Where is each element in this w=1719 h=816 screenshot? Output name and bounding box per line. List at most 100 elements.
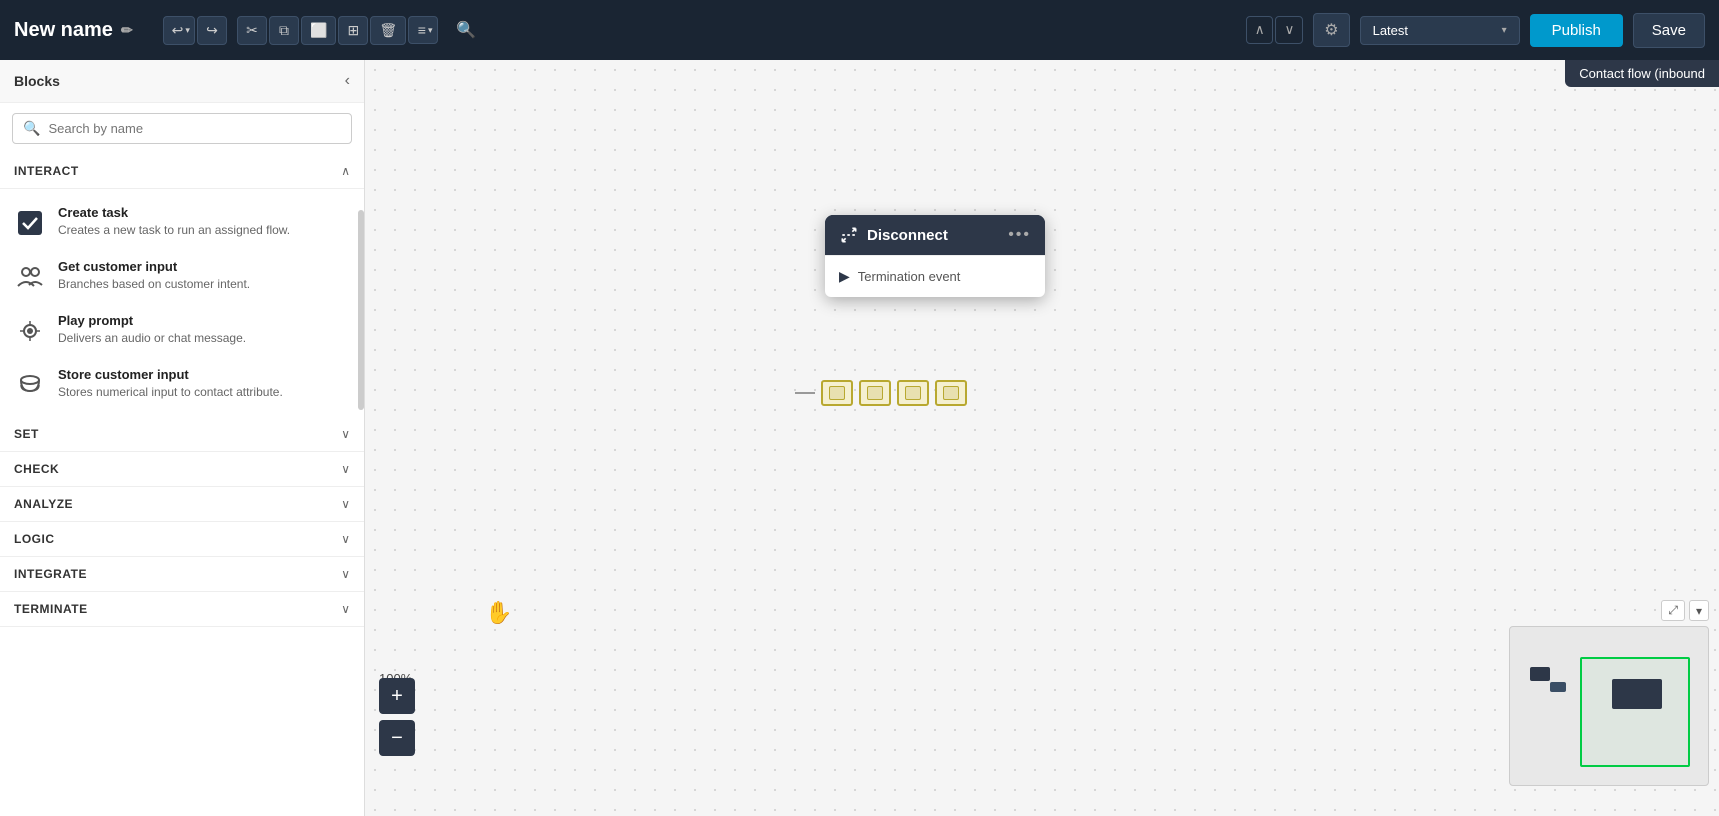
integrate-chevron: ∨ [341,567,350,581]
sidebar-title: Blocks [14,73,60,89]
node-menu-button[interactable]: ••• [1008,226,1031,244]
minimap-dropdown-button[interactable]: ▾ [1689,600,1709,621]
nav-up-button[interactable]: ∧ [1246,16,1274,44]
section-header-terminate[interactable]: TERMINATE ∨ [0,592,364,627]
terminate-chevron: ∨ [341,602,350,616]
zoom-in-button[interactable]: + [379,678,415,714]
create-task-icon [14,207,46,239]
edit-title-icon[interactable]: ✏ [121,22,133,39]
section-title-set: SET [14,427,39,441]
node-termination-label: Termination event [858,269,961,284]
check-chevron: ∨ [341,462,350,476]
get-customer-input-icon [14,261,46,293]
sidebar-scrollbar[interactable] [358,210,364,410]
frame-button[interactable]: ⬜ [301,16,336,45]
node-row-arrow: ▶ [839,268,850,285]
toolbar-group-undo: ↩ ▾ ↪ [163,16,227,45]
zoom-out-button[interactable]: − [379,720,415,756]
node-title-text: Disconnect [867,227,948,244]
minimap-node-2 [1550,682,1566,692]
node-title: Disconnect [839,225,948,245]
grid-button[interactable]: ⊞ [338,16,368,45]
zoom-controls: + − [379,678,415,756]
create-task-name: Create task [58,205,290,220]
block-item-store-customer-input[interactable]: Store customer input Stores numerical in… [0,357,364,411]
search-icon: 🔍 [23,120,40,137]
get-customer-input-desc: Branches based on customer intent. [58,276,250,293]
minimap-node-1 [1530,667,1550,681]
section-header-logic[interactable]: LOGIC ∨ [0,522,364,557]
minimap-expand-button[interactable]: ⤢ [1661,600,1685,621]
minimap-viewport [1580,657,1690,767]
section-header-interact[interactable]: INTERACT ∧ [0,154,364,189]
connector-line-1 [795,392,815,394]
main-area: Blocks ‹ 🔍 INTERACT ∧ Create task [0,60,1719,816]
undo-button[interactable]: ↩ ▾ [163,16,195,45]
store-customer-input-name: Store customer input [58,367,283,382]
interact-chevron: ∧ [341,164,350,178]
analyze-chevron: ∨ [341,497,350,511]
app-title: New name ✏ [14,19,133,42]
canvas[interactable]: Disconnect ••• ▶ Termination event ✋ 100… [365,60,1719,816]
get-customer-input-info: Get customer input Branches based on cus… [58,259,250,293]
version-arrow: ▾ [1502,25,1507,36]
store-customer-input-icon [14,369,46,401]
block-item-create-task[interactable]: Create task Creates a new task to run an… [0,195,364,249]
sidebar: Blocks ‹ 🔍 INTERACT ∧ Create task [0,60,365,816]
section-header-set[interactable]: SET ∨ [0,417,364,452]
set-chevron: ∨ [341,427,350,441]
connector-box-3[interactable] [897,380,929,406]
logic-chevron: ∨ [341,532,350,546]
blocks-list: INTERACT ∧ Create task Creates a new tas… [0,154,364,816]
cut-button[interactable]: ✂ [237,16,267,45]
gear-button[interactable]: ⚙ [1313,13,1349,47]
search-input[interactable] [48,121,341,136]
nav-down-button[interactable]: ∨ [1275,16,1303,44]
connector-box-2[interactable] [859,380,891,406]
play-prompt-name: Play prompt [58,313,246,328]
block-item-get-customer-input[interactable]: Get customer input Branches based on cus… [0,249,364,303]
sidebar-header: Blocks ‹ [0,60,364,103]
node-termination-row: ▶ Termination event [825,255,1045,297]
section-header-check[interactable]: CHECK ∨ [0,452,364,487]
section-title-analyze: ANALYZE [14,497,73,511]
minimap-controls: ⤢ ▾ [1661,600,1709,621]
version-selector[interactable]: Latest ▾ [1360,16,1520,45]
search-button[interactable]: 🔍 [448,15,484,45]
play-prompt-icon [14,315,46,347]
version-label: Latest [1373,23,1408,38]
minimap [1509,626,1709,786]
section-title-check: CHECK [14,462,59,476]
text-button[interactable]: ≡ ▾ [408,16,438,44]
publish-button[interactable]: Publish [1530,14,1623,47]
delete-button[interactable]: 🗑 [370,16,406,45]
section-title-terminate: TERMINATE [14,602,88,616]
connector-box-1[interactable] [821,380,853,406]
block-item-play-prompt[interactable]: Play prompt Delivers an audio or chat me… [0,303,364,357]
section-header-analyze[interactable]: ANALYZE ∨ [0,487,364,522]
copy-button[interactable]: ⧉ [269,16,299,45]
save-button[interactable]: Save [1633,13,1705,48]
section-header-integrate[interactable]: INTEGRATE ∨ [0,557,364,592]
section-content-interact: Create task Creates a new task to run an… [0,189,364,417]
store-customer-input-desc: Stores numerical input to contact attrib… [58,384,283,401]
nav-arrows: ∧ ∨ [1246,16,1304,44]
redo-button[interactable]: ↪ [197,16,227,45]
connector-box-inner-4 [943,386,959,400]
search-box: 🔍 [12,113,352,144]
store-customer-input-info: Store customer input Stores numerical in… [58,367,283,401]
section-title-integrate: INTEGRATE [14,567,87,581]
minimap-disconnect-node [1612,679,1662,709]
topbar: New name ✏ ↩ ▾ ↪ ✂ ⧉ ⬜ ⊞ 🗑 ≡ ▾ 🔍 ∧ ∨ ⚙ L… [0,0,1719,60]
node-header: Disconnect ••• [825,215,1045,255]
create-task-info: Create task Creates a new task to run an… [58,205,290,239]
contact-flow-label: Contact flow (inbound [1565,60,1719,87]
connector-box-inner-1 [829,386,845,400]
section-title-interact: INTERACT [14,164,79,178]
connector-box-4[interactable] [935,380,967,406]
title-text: New name [14,19,113,42]
minimap-inner [1510,627,1708,785]
sidebar-collapse-button[interactable]: ‹ [345,72,350,90]
play-prompt-desc: Delivers an audio or chat message. [58,330,246,347]
get-customer-input-name: Get customer input [58,259,250,274]
